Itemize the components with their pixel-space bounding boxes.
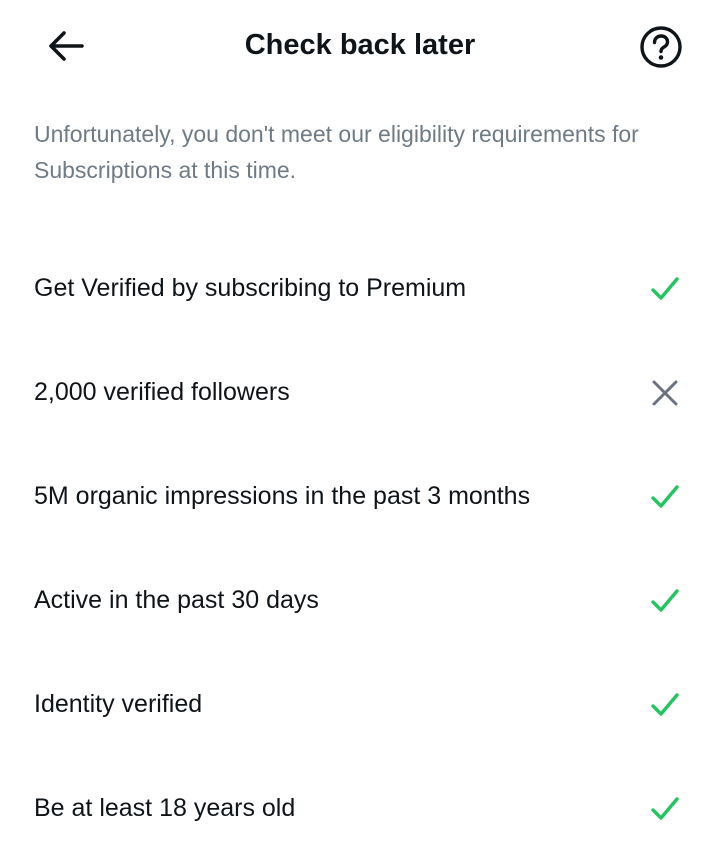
requirement-label: 5M organic impressions in the past 3 mon… <box>34 482 531 510</box>
requirement-label: Identity verified <box>34 690 203 718</box>
requirement-row: Active in the past 30 days <box>0 548 720 652</box>
checkmark-icon <box>648 480 682 514</box>
top-bar: Check back later <box>0 0 720 90</box>
page-title: Check back later <box>244 29 476 61</box>
requirement-row: Get Verified by subscribing to Premium <box>0 236 720 340</box>
requirement-label: Be at least 18 years old <box>34 794 296 822</box>
help-button[interactable] <box>638 24 684 70</box>
checkmark-icon <box>648 272 682 306</box>
requirement-label: Active in the past 30 days <box>34 586 319 614</box>
requirement-row: 5M organic impressions in the past 3 mon… <box>0 444 720 548</box>
requirement-row: Be at least 18 years old <box>0 756 720 860</box>
checkmark-icon <box>651 797 679 820</box>
requirements-list: Get Verified by subscribing to Premium 2,… <box>0 236 720 860</box>
checkmark-icon <box>651 277 679 300</box>
question-circle-icon <box>640 26 682 68</box>
x-mark-icon <box>652 380 678 406</box>
requirement-label: Get Verified by subscribing to Premium <box>34 274 467 302</box>
checkmark-icon <box>648 792 682 826</box>
eligibility-description: Unfortunately, you don't meet our eligib… <box>34 121 639 183</box>
x-mark-icon <box>648 376 682 410</box>
requirement-row: Identity verified <box>0 652 720 756</box>
checkmark-icon <box>648 584 682 618</box>
checkmark-icon <box>651 485 679 508</box>
checkmark-icon <box>651 693 679 716</box>
requirement-label: 2,000 verified followers <box>34 378 290 406</box>
checkmark-icon <box>648 688 682 722</box>
checkmark-icon <box>651 589 679 612</box>
requirement-row: 2,000 verified followers <box>0 340 720 444</box>
